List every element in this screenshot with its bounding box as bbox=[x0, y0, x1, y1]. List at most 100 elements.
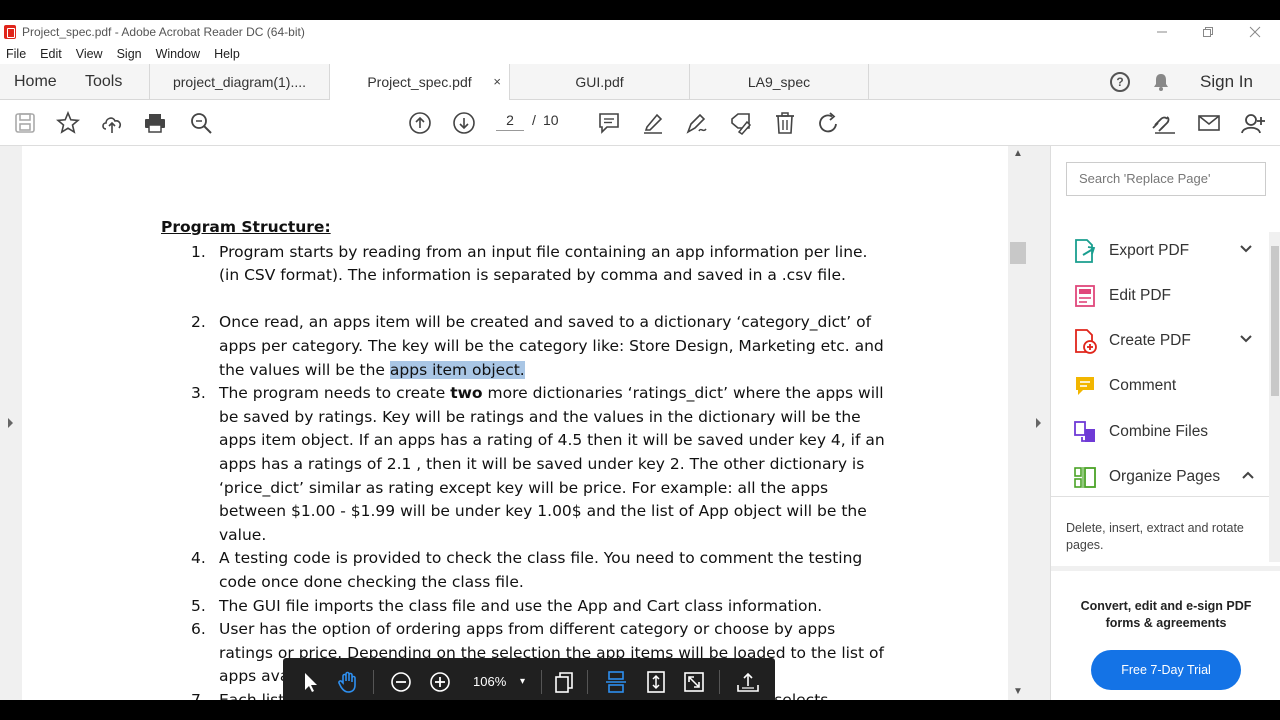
fit-page-button[interactable] bbox=[639, 658, 673, 700]
list-item: 5. The GUI file imports the class file a… bbox=[161, 595, 921, 619]
email-icon bbox=[1198, 115, 1220, 131]
tab-project-spec[interactable]: Project_spec.pdf × bbox=[329, 64, 509, 101]
menu-window[interactable]: Window bbox=[156, 47, 200, 61]
tool-organize-pages[interactable]: Organize Pages bbox=[1073, 462, 1254, 492]
tool-description: Delete, insert, extract and rotate pages… bbox=[1066, 521, 1244, 552]
full-screen-button[interactable] bbox=[677, 658, 711, 700]
item-line-text: The program needs to create bbox=[219, 384, 451, 403]
fill-sign-button[interactable] bbox=[724, 100, 758, 146]
upload-button[interactable] bbox=[95, 100, 129, 146]
fill-sign-icon bbox=[731, 113, 752, 135]
email-button[interactable] bbox=[1192, 100, 1226, 146]
bookmark-button[interactable] bbox=[51, 100, 85, 146]
tab-la9-spec[interactable]: LA9_spec bbox=[689, 64, 869, 100]
collapse-right-icon bbox=[1036, 418, 1041, 428]
find-button[interactable] bbox=[184, 100, 218, 146]
share-link-button[interactable] bbox=[1147, 100, 1181, 146]
bell-icon bbox=[1154, 74, 1168, 91]
left-panel-toggle[interactable] bbox=[0, 146, 22, 700]
notifications-button[interactable] bbox=[1151, 64, 1171, 100]
item-line-text: more dictionaries ‘ratings_dict’ where t… bbox=[482, 384, 884, 403]
zoom-level[interactable]: 106% bbox=[473, 674, 506, 689]
hand-icon bbox=[338, 671, 356, 693]
page-number-input[interactable]: 2 bbox=[496, 112, 524, 131]
floating-page-toolbar: 106% ▾ bbox=[283, 658, 775, 700]
tab-bar: Home Tools project_diagram(1).... Projec… bbox=[0, 64, 1280, 101]
highlight-button[interactable] bbox=[636, 100, 670, 146]
item-number: 3. bbox=[191, 384, 206, 403]
free-trial-button[interactable]: Free 7-Day Trial bbox=[1091, 650, 1241, 690]
minimize-button[interactable] bbox=[1139, 20, 1185, 44]
select-tool-button[interactable] bbox=[293, 658, 327, 700]
chevron-down-icon[interactable]: ▾ bbox=[520, 676, 525, 687]
share-user-button[interactable] bbox=[1236, 100, 1270, 146]
restore-button[interactable] bbox=[1185, 20, 1231, 44]
hand-tool-button[interactable] bbox=[331, 658, 365, 700]
tab-gui[interactable]: GUI.pdf bbox=[509, 64, 689, 100]
print-button[interactable] bbox=[138, 100, 172, 146]
save-button[interactable] bbox=[8, 100, 42, 146]
expand-left-icon bbox=[8, 418, 13, 428]
help-button[interactable]: ? bbox=[1110, 64, 1130, 100]
comment-button[interactable] bbox=[592, 100, 626, 146]
scrollbar-thumb[interactable] bbox=[1271, 246, 1279, 396]
document-content: Program Structure: 1. Program starts by … bbox=[161, 216, 921, 700]
tab-project-diagram[interactable]: project_diagram(1).... bbox=[149, 64, 329, 100]
nav-tools[interactable]: Tools bbox=[85, 64, 122, 100]
zoom-out-button[interactable] bbox=[384, 658, 418, 700]
acrobat-window: Project_spec.pdf - Adobe Acrobat Reader … bbox=[0, 20, 1280, 700]
item-line: User has the option of ordering apps fro… bbox=[219, 620, 836, 639]
scroll-down-arrow-icon[interactable]: ▼ bbox=[1013, 686, 1023, 697]
tool-export-pdf[interactable]: Export PDF bbox=[1073, 236, 1253, 266]
tab-label: Project_spec.pdf bbox=[367, 74, 472, 90]
right-panel-toggle[interactable] bbox=[1030, 146, 1050, 700]
add-user-icon bbox=[1241, 114, 1265, 134]
zoom-in-button[interactable] bbox=[423, 658, 457, 700]
cursor-arrow-icon bbox=[305, 673, 317, 692]
edit-pdf-icon bbox=[1075, 285, 1095, 307]
item-number: 4. bbox=[191, 549, 206, 568]
tool-label: Edit PDF bbox=[1109, 287, 1172, 304]
next-page-icon bbox=[453, 112, 475, 134]
document-scrollbar[interactable]: ▲ ▼ bbox=[1008, 146, 1030, 700]
menu-view[interactable]: View bbox=[76, 47, 103, 61]
selected-text[interactable]: apps item object. bbox=[389, 360, 525, 379]
tools-search-input[interactable]: Search 'Replace Page' bbox=[1066, 162, 1266, 196]
page-thumbnails-button[interactable] bbox=[547, 658, 581, 700]
nav-home[interactable]: Home bbox=[14, 64, 57, 100]
scroll-up-arrow-icon[interactable]: ▲ bbox=[1013, 148, 1023, 159]
menu-file[interactable]: File bbox=[6, 47, 26, 61]
menu-edit[interactable]: Edit bbox=[40, 47, 62, 61]
tools-pane-scrollbar[interactable] bbox=[1269, 232, 1280, 562]
prev-page-button[interactable] bbox=[403, 100, 437, 146]
scrollbar-thumb[interactable] bbox=[1010, 242, 1026, 264]
menu-sign[interactable]: Sign bbox=[117, 47, 142, 61]
delete-button[interactable] bbox=[768, 100, 802, 146]
list-item: 1. Program starts by reading from an inp… bbox=[161, 241, 921, 288]
tool-combine-files[interactable]: Combine Files bbox=[1073, 417, 1253, 447]
close-icon bbox=[1249, 26, 1261, 38]
chevron-down-icon bbox=[1240, 245, 1252, 253]
upload-tray-icon bbox=[737, 672, 759, 692]
restore-icon bbox=[1203, 27, 1213, 37]
comment-tool-icon bbox=[1076, 377, 1094, 395]
tool-create-pdf[interactable]: Create PDF bbox=[1073, 326, 1253, 356]
tool-comment[interactable]: Comment bbox=[1073, 371, 1253, 401]
next-page-button[interactable] bbox=[447, 100, 481, 146]
tool-edit-pdf[interactable]: Edit PDF bbox=[1073, 281, 1253, 311]
draw-button[interactable] bbox=[680, 100, 714, 146]
chevron-down-icon bbox=[1240, 335, 1252, 343]
item-line: code once done checking the class file. bbox=[219, 572, 524, 591]
bookmark-star-icon bbox=[56, 111, 80, 134]
sign-in-button[interactable]: Sign In bbox=[1200, 64, 1253, 100]
menu-help[interactable]: Help bbox=[214, 47, 240, 61]
pdf-page: Program Structure: 1. Program starts by … bbox=[22, 146, 1008, 700]
close-tab-icon[interactable]: × bbox=[493, 64, 501, 100]
list-item: 3. The program needs to create two more … bbox=[161, 382, 921, 547]
scroll-mode-button[interactable] bbox=[599, 658, 633, 700]
close-window-button[interactable] bbox=[1232, 20, 1278, 44]
item-line: Program starts by reading from an input … bbox=[219, 242, 868, 261]
export-button[interactable] bbox=[731, 658, 765, 700]
item-line: ‘price_dict’ similar as rating except ke… bbox=[219, 478, 829, 497]
rotate-button[interactable] bbox=[812, 100, 846, 146]
